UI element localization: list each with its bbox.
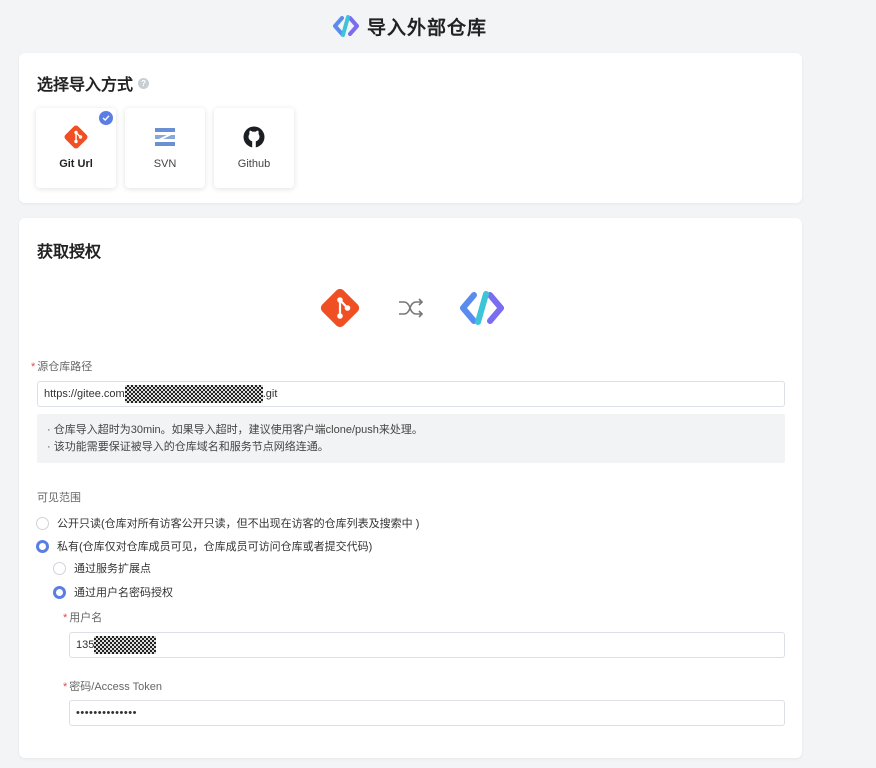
shuffle-icon [398, 298, 423, 318]
auth-flow [19, 286, 802, 330]
source-path-prefix: https://gitee.com [44, 388, 125, 400]
gitee-logo-icon [332, 15, 359, 37]
source-path-label: * 源仓库路径 [31, 358, 92, 374]
git-icon [63, 124, 89, 150]
method-label: Git Url [59, 158, 93, 170]
password-value: •••••••••••••• [76, 707, 137, 719]
visibility-private-option[interactable]: 私有(仓库仅对仓库成员可见，仓库成员可访问仓库或者提交代码) [36, 538, 372, 554]
svn-icon [154, 124, 176, 150]
password-label-text: 密码/Access Token [69, 681, 163, 693]
import-method-card: 选择导入方式 ? Git Url SVN Github [19, 53, 802, 203]
notice-line: · 仓库导入超时为30min。如果导入超时，建议使用客户端clone/push来… [47, 424, 423, 436]
source-path-input[interactable]: https://gitee.com .git [37, 381, 785, 407]
method-svn[interactable]: SVN [125, 108, 205, 188]
redacted-mask [124, 385, 263, 403]
checkmark-icon [99, 111, 113, 125]
import-method-title: 选择导入方式 ? [37, 71, 150, 95]
help-icon[interactable]: ? [138, 77, 150, 89]
visibility-label: 可见范围 [37, 492, 81, 504]
password-input[interactable]: •••••••••••••• [69, 700, 785, 726]
required-marker: * [31, 361, 36, 373]
source-path-suffix: .git [262, 388, 278, 400]
import-notice: · 仓库导入超时为30min。如果导入超时，建议使用客户端clone/push来… [37, 414, 785, 463]
visibility-private-label: 私有(仓库仅对仓库成员可见，仓库成员可访问仓库或者提交代码) [57, 541, 373, 553]
method-label: SVN [153, 158, 177, 170]
radio-button[interactable] [53, 561, 66, 575]
method-label: Github [237, 158, 271, 170]
auth-title: 获取授权 [37, 244, 102, 261]
method-github[interactable]: Github [214, 108, 294, 188]
radio-button[interactable] [36, 516, 49, 530]
required-marker: * [63, 612, 68, 624]
required-marker: * [63, 681, 68, 693]
radio-button[interactable] [36, 539, 49, 553]
git-icon [320, 288, 359, 328]
username-input[interactable]: 135 [69, 632, 785, 658]
page-title: 导入外部仓库 [366, 17, 487, 39]
username-label: * 用户名 [63, 609, 102, 625]
source-path-label-text: 源仓库路径 [37, 361, 93, 373]
visibility-public-option[interactable]: 公开只读(仓库对所有访客公开只读，但不出现在访客的仓库列表及搜索中 ) [36, 515, 419, 531]
auth-card: 获取授权 * 源仓库路径 https://gitee.com .git · 仓库导… [19, 218, 802, 758]
page-header: 导入外部仓库 [0, 12, 820, 40]
method-git-url[interactable]: Git Url [36, 108, 116, 188]
password-label: * 密码/Access Token [63, 678, 162, 694]
auth-extension-option[interactable]: 通过服务扩展点 [53, 560, 151, 576]
notice-line: · 该功能需要保证被导入的仓库域名和服务节点网络连通。 [47, 441, 329, 453]
gitee-logo-icon [459, 291, 504, 325]
username-prefix: 135 [76, 639, 95, 651]
import-method-title-text: 选择导入方式 [37, 77, 134, 94]
redacted-mask [94, 636, 157, 654]
auth-extension-label: 通过服务扩展点 [74, 563, 151, 575]
github-icon [242, 124, 266, 150]
auth-password-option[interactable]: 通过用户名密码授权 [53, 584, 173, 600]
username-label-text: 用户名 [69, 612, 103, 624]
visibility-public-label: 公开只读(仓库对所有访客公开只读，但不出现在访客的仓库列表及搜索中 ) [57, 518, 420, 530]
auth-password-label: 通过用户名密码授权 [74, 587, 173, 599]
radio-button[interactable] [53, 585, 66, 599]
